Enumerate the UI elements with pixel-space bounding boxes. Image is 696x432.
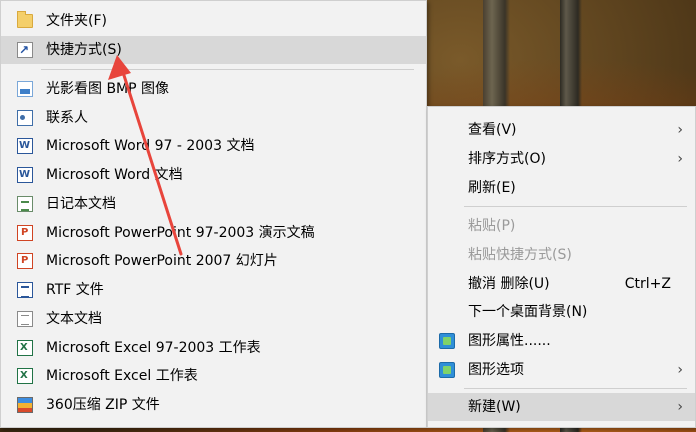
arrow-head bbox=[108, 55, 131, 80]
red-pointer-arrow bbox=[108, 55, 183, 256]
arrow-shaft bbox=[119, 64, 183, 256]
